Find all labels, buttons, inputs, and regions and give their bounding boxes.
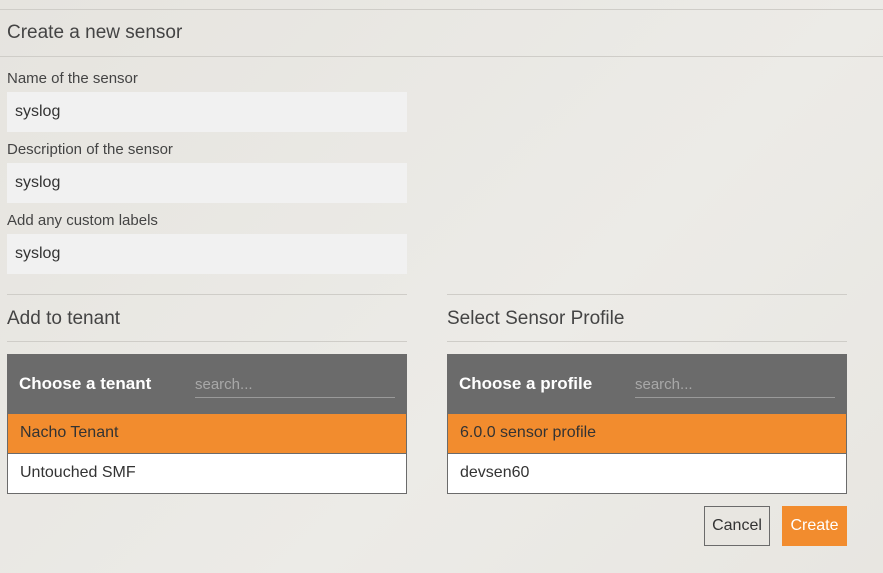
profile-top-divider bbox=[447, 294, 847, 295]
tenant-top-divider bbox=[7, 294, 407, 295]
tenant-bottom-divider bbox=[7, 341, 407, 342]
name-label: Name of the sensor bbox=[7, 70, 138, 87]
profile-option-devsen60[interactable]: devsen60 bbox=[447, 454, 847, 494]
cancel-button[interactable]: Cancel bbox=[704, 506, 770, 546]
labels-label: Add any custom labels bbox=[7, 212, 158, 229]
name-field[interactable] bbox=[7, 92, 407, 132]
profile-picker-label: Choose a profile bbox=[459, 374, 593, 393]
profile-picker: Choose a profile 6.0.0 sensor profile de… bbox=[447, 354, 847, 494]
profile-search-input[interactable] bbox=[635, 372, 835, 398]
profile-option-6-0-0-sensor-profile[interactable]: 6.0.0 sensor profile bbox=[447, 414, 847, 454]
create-button[interactable]: Create bbox=[782, 506, 847, 546]
page-title: Create a new sensor bbox=[7, 22, 183, 43]
top-divider bbox=[0, 9, 883, 10]
profile-bottom-divider bbox=[447, 341, 847, 342]
tenant-option-untouched-smf[interactable]: Untouched SMF bbox=[7, 454, 407, 494]
tenant-picker: Choose a tenant Nacho Tenant Untouched S… bbox=[7, 354, 407, 494]
tenant-picker-header: Choose a tenant bbox=[7, 354, 407, 414]
profile-section-title: Select Sensor Profile bbox=[447, 308, 625, 329]
tenant-search-input[interactable] bbox=[195, 372, 395, 398]
labels-field[interactable] bbox=[7, 234, 407, 274]
description-label: Description of the sensor bbox=[7, 141, 173, 158]
title-divider bbox=[0, 56, 883, 57]
tenant-section-title: Add to tenant bbox=[7, 308, 121, 329]
profile-picker-header: Choose a profile bbox=[447, 354, 847, 414]
description-field[interactable] bbox=[7, 163, 407, 203]
tenant-option-nacho-tenant[interactable]: Nacho Tenant bbox=[7, 414, 407, 454]
tenant-picker-label: Choose a tenant bbox=[19, 374, 152, 393]
